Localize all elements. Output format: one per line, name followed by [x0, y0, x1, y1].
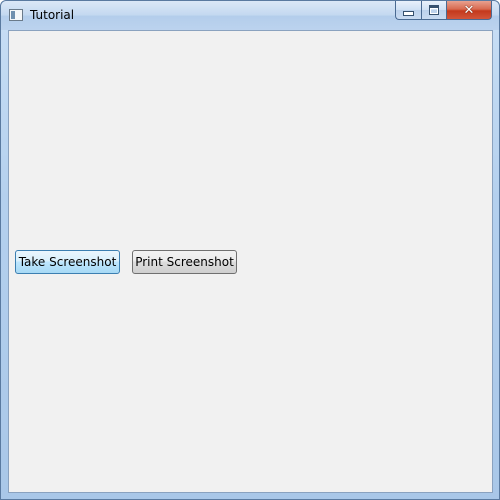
window-title: Tutorial: [30, 8, 75, 22]
maximize-button[interactable]: [421, 1, 447, 20]
minimize-icon: [403, 10, 414, 16]
take-screenshot-button[interactable]: Take Screenshot: [15, 250, 120, 274]
maximize-icon: [429, 5, 439, 15]
print-screenshot-button[interactable]: Print Screenshot: [132, 250, 237, 274]
title-bar[interactable]: Tutorial ✕: [1, 1, 499, 30]
close-button[interactable]: ✕: [447, 1, 492, 20]
minimize-button[interactable]: [395, 1, 421, 20]
window-content: Take Screenshot Print Screenshot: [8, 30, 493, 493]
tutorial-window: Tutorial ✕ Take Screenshot Print Screens…: [0, 0, 500, 500]
app-window-icon[interactable]: [9, 9, 23, 21]
window-controls: ✕: [395, 1, 492, 20]
close-icon: ✕: [463, 2, 475, 18]
